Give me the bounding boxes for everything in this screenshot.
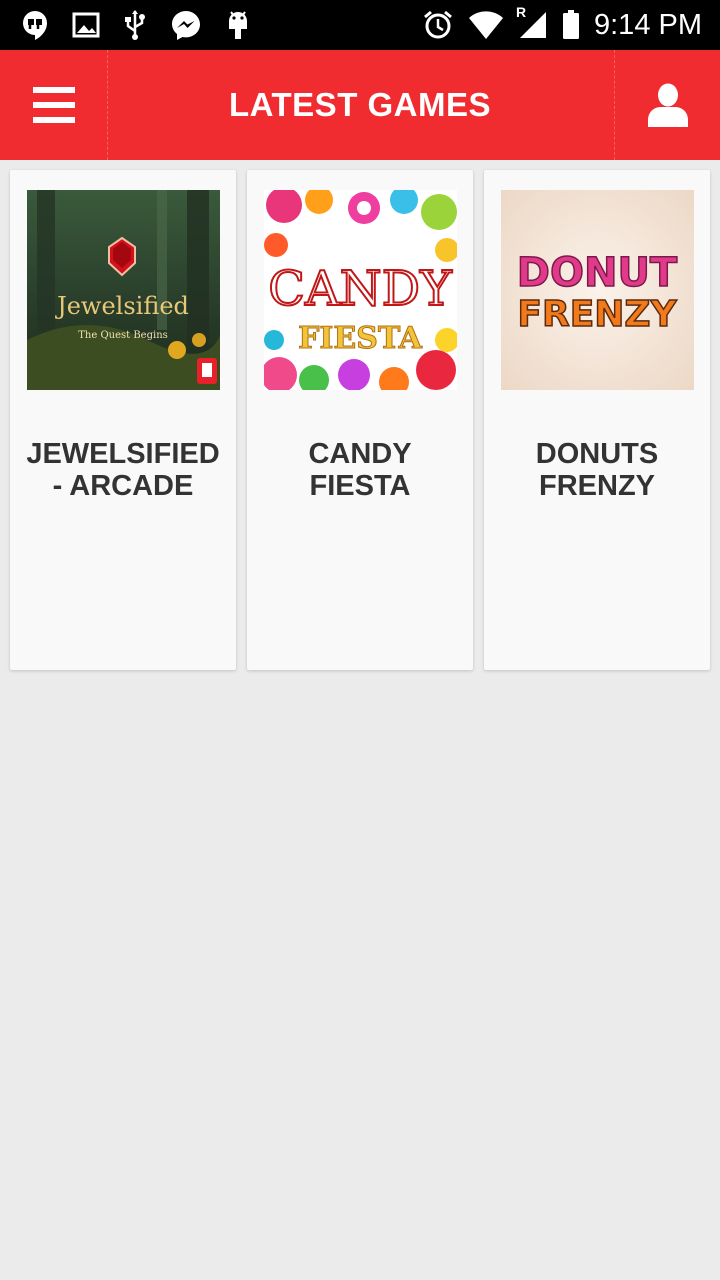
battery-icon — [562, 10, 580, 40]
games-grid: Jewelsified The Quest Begins JEWELSIFIED… — [10, 170, 710, 670]
thumb-line1-donut: DONUT — [517, 250, 678, 296]
game-title[interactable]: CANDY FIESTA — [255, 438, 465, 502]
alarm-icon — [422, 9, 454, 41]
status-notification-icons — [20, 9, 274, 41]
thumb-title-jewelsified: Jewelsified — [54, 292, 189, 320]
status-time: 9:14 PM — [594, 8, 702, 41]
image-icon — [72, 12, 100, 38]
roaming-label: R — [516, 4, 527, 20]
signal-roaming-icon: R — [516, 4, 548, 40]
thumb-line2-donut: FRENZY — [517, 294, 677, 335]
game-card-candy-fiesta[interactable]: CANDY FIESTA CANDY FIESTA — [247, 170, 473, 670]
android-icon — [224, 9, 252, 41]
thumb-subtitle-jewelsified: The Quest Begins — [78, 330, 168, 341]
game-thumbnail-donuts-frenzy[interactable]: DONUT FRENZY — [501, 190, 694, 390]
game-card-jewelsified[interactable]: Jewelsified The Quest Begins JEWELSIFIED… — [10, 170, 236, 670]
page-title: LATEST GAMES — [228, 86, 492, 123]
thumb-line1-candy: CANDY — [268, 261, 453, 317]
game-title[interactable]: DONUTS FRENZY — [492, 438, 702, 502]
user-icon — [647, 83, 688, 127]
menu-button[interactable] — [0, 50, 108, 160]
wifi-icon — [468, 10, 504, 40]
game-thumbnail-candy-fiesta[interactable]: CANDY FIESTA — [264, 190, 457, 390]
thumb-line2-candy: FIESTA — [298, 321, 423, 356]
game-card-donuts-frenzy[interactable]: DONUT FRENZY DONUTS FRENZY — [484, 170, 710, 670]
messenger-icon — [170, 9, 202, 41]
hangouts-icon — [20, 9, 50, 41]
status-system-icons: R 9:14 PM — [408, 4, 702, 42]
status-bar: R 9:14 PM — [0, 0, 720, 50]
app-bar: LATEST GAMES — [0, 50, 720, 160]
hamburger-icon — [32, 87, 75, 123]
profile-button[interactable] — [614, 50, 720, 160]
game-thumbnail-jewelsified[interactable]: Jewelsified The Quest Begins — [27, 190, 220, 390]
game-title[interactable]: JEWELSIFIED - ARCADE — [18, 438, 228, 502]
usb-icon — [122, 9, 148, 41]
